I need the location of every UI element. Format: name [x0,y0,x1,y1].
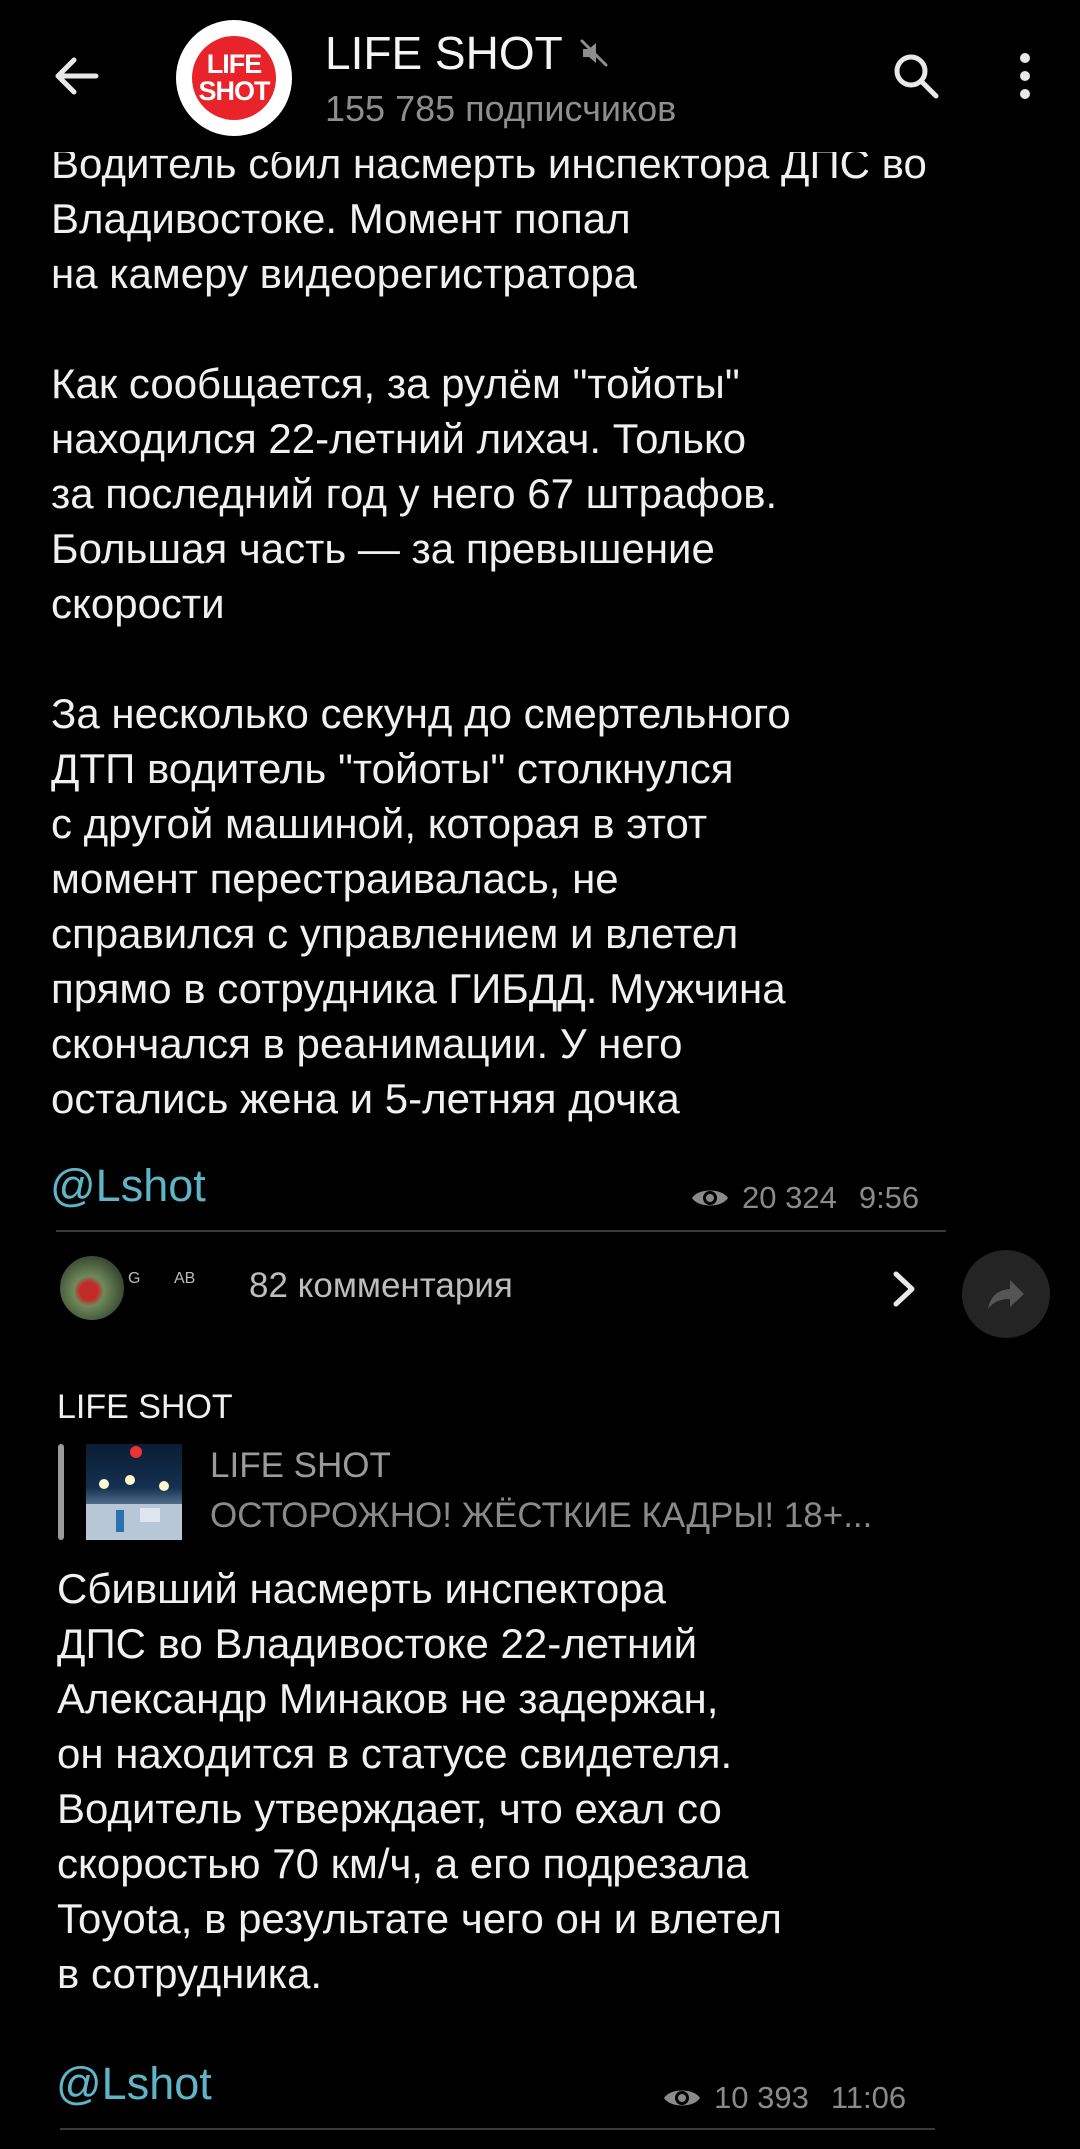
divider [60,2128,935,2130]
channel-logo: LIFE SHOT [192,36,276,120]
share-icon [988,1280,1024,1309]
app-bar: LIFE SHOT LIFE SHOT 155 785 подписчиков [0,0,1080,152]
more-options-button[interactable] [990,40,1060,112]
reply-quote[interactable]: LIFE SHOT ОСТОРОЖНО! ЖЁСТКИЕ КАДРЫ! 18+.… [58,1442,938,1542]
search-icon [894,54,939,99]
chevron-right-icon [893,1271,915,1307]
logo-text: LIFE [206,49,262,79]
mute-icon [580,39,608,67]
reply-thumbnail [86,1444,182,1540]
comments-button[interactable]: G AB 82 комментария [56,1250,936,1330]
post-text: Водитель сбил насмерть инспектора ДПС во… [51,140,927,1122]
post-time: 9:56 [858,1180,920,1215]
reply-author: LIFE SHOT [210,1446,391,1485]
comments-count: 82 комментария [249,1266,513,1305]
chat-content[interactable]: Водитель сбил насмерть инспектора ДПС во… [0,0,1080,2149]
post-sender: LIFE SHOT [57,1388,233,1426]
channel-title[interactable]: LIFE SHOT [325,26,609,80]
reply-snippet: ОСТОРОЖНО! ЖЁСТКИЕ КАДРЫ! 18+... [210,1496,873,1535]
channel-link[interactable]: @Lshot [56,2058,212,2110]
thumbnail-picture [86,1446,182,1540]
eye-icon [692,1190,728,1206]
share-button[interactable] [962,1250,1050,1338]
post-meta: 10 393 11:06 [662,2080,906,2116]
eye-icon [664,2090,700,2106]
divider [56,1230,946,1232]
post-meta: 20 324 9:56 [690,1180,919,1216]
view-count: 10 393 [714,2080,809,2115]
view-count: 20 324 [742,1180,837,1215]
reply-bar [58,1444,64,1540]
commenter-avatar [58,1254,126,1322]
channel-link[interactable]: @Lshot [50,1160,206,1212]
back-arrow-icon [55,57,99,95]
back-button[interactable] [40,40,112,112]
commenter-avatar: G [128,1270,141,1287]
more-vert-icon [1020,53,1030,99]
channel-avatar[interactable]: LIFE SHOT [176,20,292,136]
commenter-avatar: AB [174,1270,196,1287]
search-button[interactable] [880,40,952,112]
logo-text: SHOT [198,76,270,106]
post-time: 11:06 [830,2080,907,2115]
subscriber-count: 155 785 подписчиков [325,88,677,129]
channel-name: LIFE SHOT [325,27,563,79]
post-text: Сбивший насмерть инспектора ДПС во Влади… [57,1565,782,1997]
